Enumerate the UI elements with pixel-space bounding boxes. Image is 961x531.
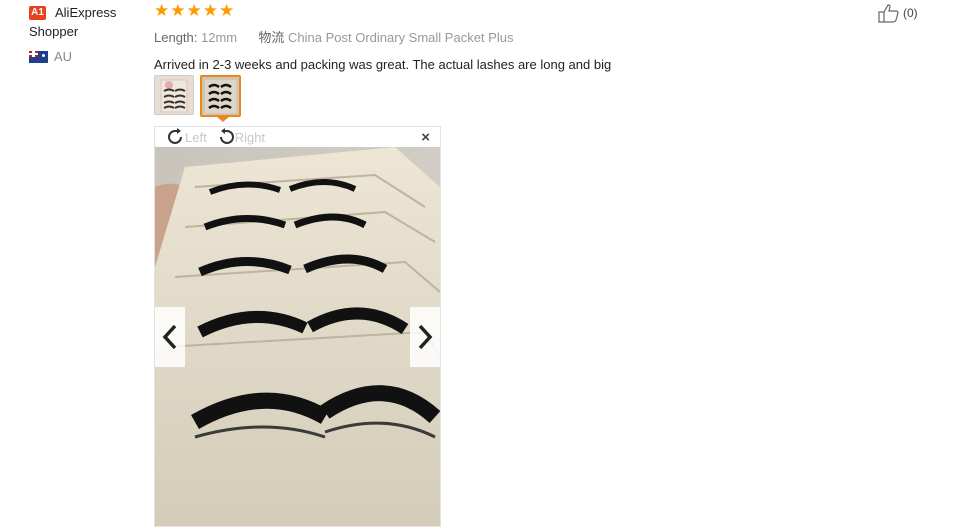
australia-flag-icon [29, 50, 48, 63]
rotate-right-icon [219, 128, 234, 144]
viewer-toolbar: Left Right × [155, 127, 440, 147]
photo-thumbnail-1[interactable] [154, 75, 194, 115]
photo-viewer: Left Right × [154, 126, 441, 527]
reviewer-info: A1 AliExpress Shopper AU [29, 3, 149, 64]
rotate-left-icon [168, 128, 182, 144]
close-viewer-button[interactable]: × [421, 129, 430, 146]
reviewer-name-line2: Shopper [29, 24, 79, 39]
review-body: ★★★★★ Length: 12mm 物流 China Post Ordinar… [154, 2, 854, 72]
review-attributes: Length: 12mm 物流 China Post Ordinary Smal… [154, 27, 854, 46]
rotate-right-button[interactable]: Right [215, 127, 265, 147]
chevron-left-icon [162, 324, 177, 350]
length-value: 12mm [201, 30, 238, 45]
star-rating: ★★★★★ [154, 1, 236, 20]
rotate-right-label: Right [234, 129, 266, 145]
helpful-count: (0) [903, 6, 918, 20]
next-photo-button[interactable] [410, 307, 440, 367]
logistics-label: 物流 [258, 30, 285, 45]
rotate-left-label: Left [185, 129, 207, 145]
photo-thumbnail-2[interactable] [200, 75, 241, 117]
rotate-left-button[interactable]: Left [165, 127, 207, 147]
reviewer-name-line1: AliExpress [55, 5, 117, 20]
helpful-vote-button[interactable]: (0) [877, 3, 918, 23]
review-text: Arrived in 2-3 weeks and packing was gre… [154, 57, 612, 72]
country-code: AU [54, 49, 73, 64]
thumbs-up-icon [878, 4, 899, 23]
level-badge: A1 [29, 6, 46, 20]
reviewer-country: AU [29, 49, 149, 64]
length-label: Length: [154, 30, 198, 45]
review-photo-thumbnails [154, 75, 241, 117]
reviewer-name-row: A1 AliExpress [29, 3, 149, 22]
active-thumbnail-caret [216, 116, 230, 122]
logistics-value: China Post Ordinary Small Packet Plus [288, 30, 514, 45]
review-photo [155, 147, 440, 526]
previous-photo-button[interactable] [155, 307, 185, 367]
chevron-right-icon [418, 324, 433, 350]
